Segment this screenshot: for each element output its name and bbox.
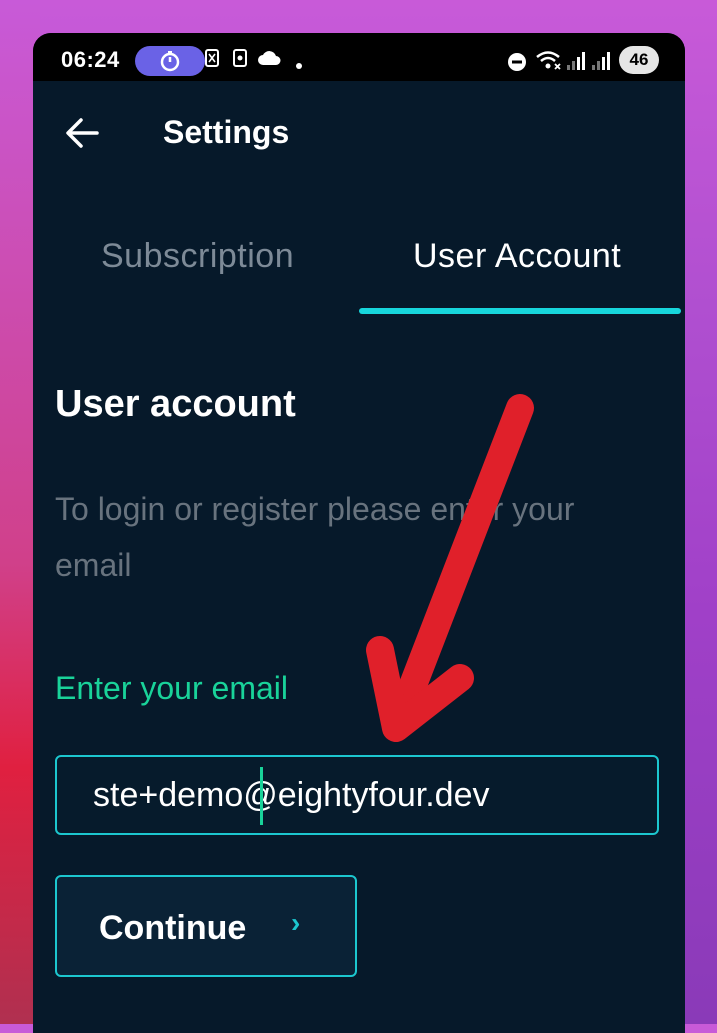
chevron-right-icon: › [291, 907, 301, 938]
back-arrow-icon[interactable] [63, 115, 103, 151]
continue-button[interactable]: Continue › [55, 875, 357, 977]
wifi-icon [535, 50, 561, 77]
signal-icon [591, 51, 611, 76]
nfc-icon [233, 49, 247, 72]
status-bar: 06:24 46 [33, 33, 685, 81]
stopwatch-icon [135, 46, 205, 76]
app-bar: Settings [33, 81, 685, 185]
text-cursor [260, 767, 263, 825]
signal-icon [566, 51, 586, 76]
dot-icon [295, 57, 303, 75]
email-field-label: Enter your email [55, 670, 288, 706]
dnd-icon [507, 52, 527, 77]
description-text: To login or register please enter your e… [55, 491, 575, 583]
page-title: Settings [163, 114, 290, 150]
active-tab-indicator [359, 308, 681, 314]
phone-screen: 06:24 46 Settings Subscription User Acco… [33, 33, 685, 1033]
battery-icon: 46 [619, 46, 659, 74]
tab-subscription[interactable]: Subscription [101, 237, 294, 276]
continue-button-label: Continue [99, 909, 247, 947]
cloud-icon [257, 50, 281, 71]
status-time: 06:24 [61, 47, 120, 72]
section-title: User account [55, 383, 296, 425]
tab-user-account[interactable]: User Account [413, 237, 621, 276]
sim-icon [205, 49, 219, 72]
email-field[interactable] [55, 755, 659, 835]
